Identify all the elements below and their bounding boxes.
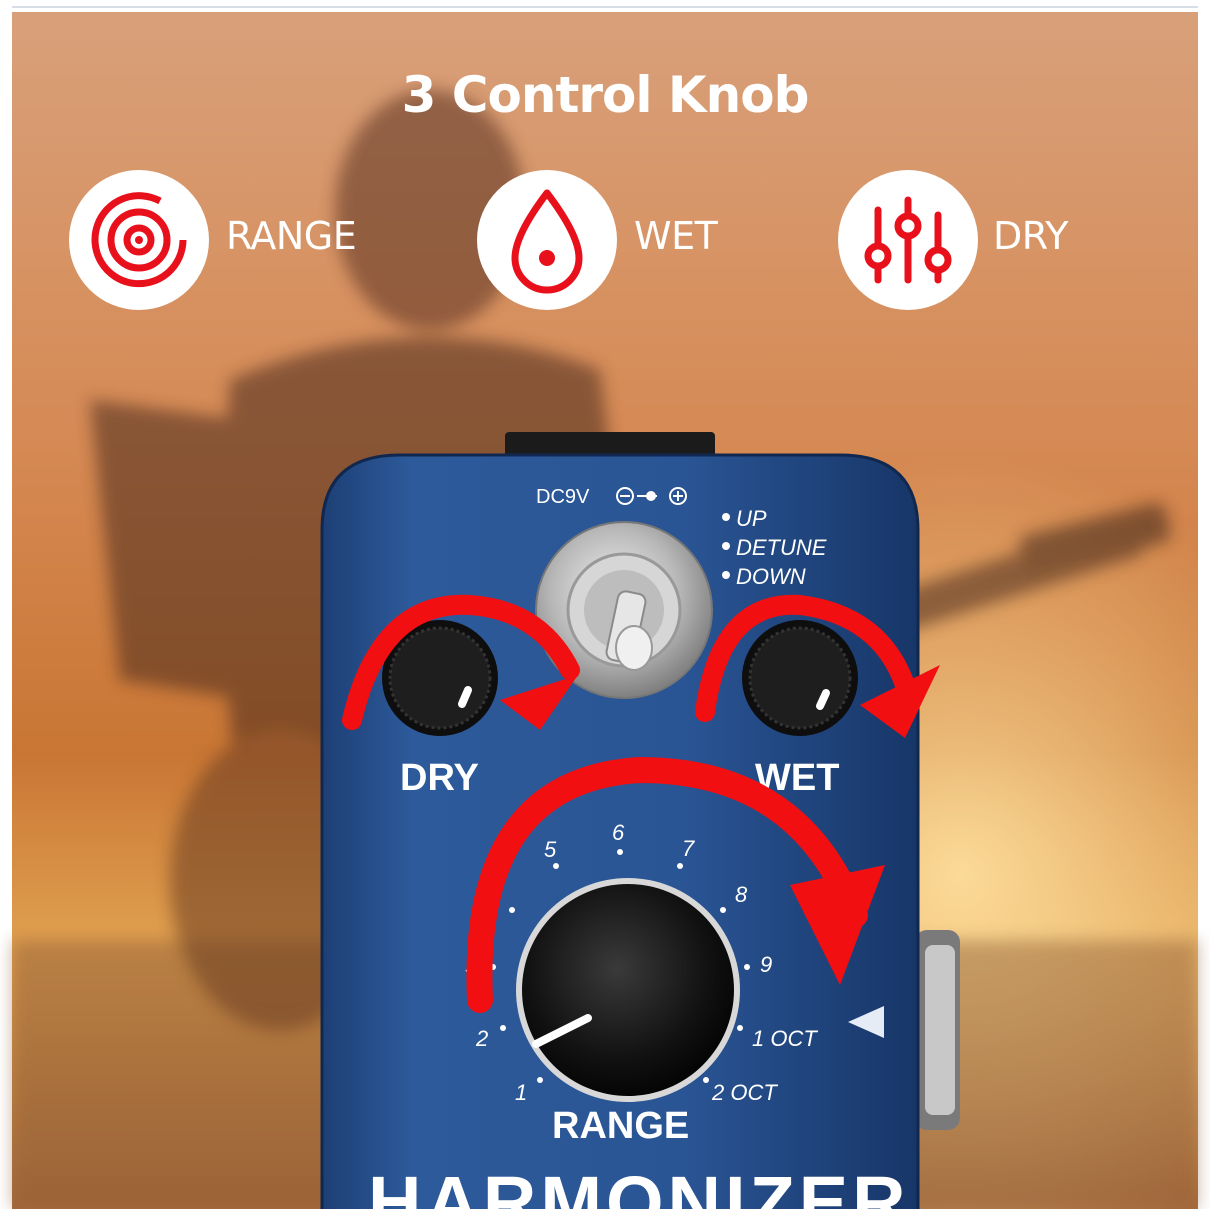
range-knob-label: RANGE (552, 1105, 689, 1147)
mode-detune: DETUNE (736, 535, 827, 560)
scale-5: 5 (544, 837, 557, 862)
feature-label-dry: DRY (993, 214, 1068, 258)
scale-7: 7 (682, 836, 695, 861)
product-image: DC9V UP DETUNE DOWN DRY WET 1 2 3 4 5 6 … (0, 0, 1210, 1213)
scale-1-oct: 1 OCT (752, 1026, 818, 1051)
range-knob[interactable] (516, 878, 740, 1102)
brand-text: HARMONIZER (368, 1161, 910, 1209)
power-label: DC9V (536, 486, 590, 508)
scale-2-oct: 2 OCT (711, 1080, 778, 1105)
headline: 3 Control Knob (401, 66, 810, 124)
drop-feature-icon (477, 170, 617, 310)
scene: DC9V UP DETUNE DOWN DRY WET 1 2 3 4 5 6 … (12, 6, 1198, 1213)
feature-label-range: RANGE (226, 214, 357, 258)
scale-1: 1 (515, 1080, 527, 1105)
wet-knob[interactable] (742, 620, 858, 736)
scale-9: 9 (760, 952, 772, 977)
dry-knob-label: DRY (400, 757, 479, 799)
output-jack-nut (925, 945, 955, 1115)
range-feature-icon (69, 170, 209, 310)
scale-2: 2 (475, 1026, 488, 1051)
scale-6: 6 (612, 820, 625, 845)
scale-8: 8 (735, 882, 748, 907)
feature-label-wet: WET (634, 214, 718, 258)
mode-up: UP (736, 506, 767, 531)
mode-down: DOWN (736, 564, 806, 589)
sliders-feature-icon (838, 170, 978, 310)
